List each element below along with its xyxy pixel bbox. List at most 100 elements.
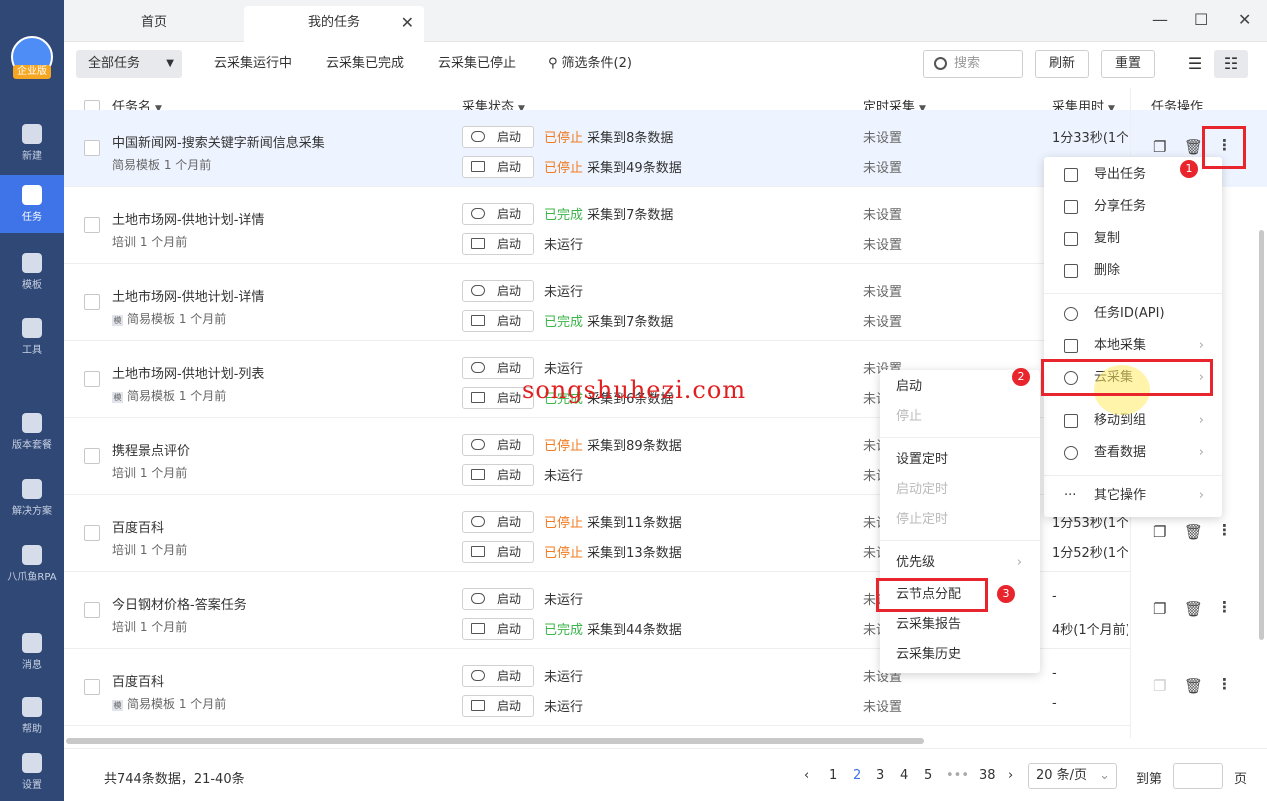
local-start-button[interactable]: 启动 xyxy=(462,310,534,332)
row-checkbox[interactable] xyxy=(84,602,100,618)
tab-home[interactable]: 首页 xyxy=(64,6,244,42)
filter-conditions[interactable]: ⚲ 筛选条件(2) xyxy=(548,50,632,78)
task-name[interactable]: 百度百科 xyxy=(112,671,164,690)
task-name[interactable]: 今日钢材价格-答案任务 xyxy=(112,594,247,613)
copy-icon[interactable]: ❐ xyxy=(1153,600,1166,618)
nav-task[interactable]: 任务 xyxy=(0,175,64,233)
close-tab-icon[interactable]: ✕ xyxy=(401,6,414,40)
row-checkbox[interactable] xyxy=(84,217,100,233)
horizontal-scrollbar[interactable] xyxy=(66,738,924,744)
page-3[interactable]: 3 xyxy=(876,768,884,783)
page-5[interactable]: 5 xyxy=(924,768,932,783)
cloud-start-button[interactable]: 启动 xyxy=(462,665,534,687)
menu-more[interactable]: ··· 其它操作 › xyxy=(1044,481,1222,511)
page-1[interactable]: 1 xyxy=(829,768,837,783)
nav-plan[interactable]: 版本套餐 xyxy=(0,403,64,461)
more-vertical-icon[interactable]: ⋮ xyxy=(1217,521,1232,539)
row-checkbox[interactable] xyxy=(84,679,100,695)
copy-icon[interactable]: ❐ xyxy=(1153,523,1166,541)
copy-icon[interactable]: ❐ xyxy=(1153,677,1166,695)
page-size-select[interactable]: 20 条/页 ⌄ xyxy=(1028,763,1117,789)
trash-icon[interactable]: 🗑 xyxy=(1184,523,1203,541)
filter-cloud-running[interactable]: 云采集运行中 xyxy=(214,50,292,78)
minimize-icon[interactable]: — xyxy=(1152,10,1168,29)
nav-message[interactable]: 消息 xyxy=(0,623,64,681)
nav-settings[interactable]: 设置 xyxy=(0,743,64,801)
table-row[interactable]: 土地市场网-供地计划-详情模简易模板 1 个月前 启动 启动 未运行 已完成 采集到7… xyxy=(64,264,1130,341)
refresh-button[interactable]: 刷新 xyxy=(1035,50,1089,78)
menu-task-id[interactable]: 任务ID(API) xyxy=(1044,299,1222,329)
row-checkbox[interactable] xyxy=(84,448,100,464)
page-38[interactable]: 38 xyxy=(979,768,996,783)
next-page-icon[interactable]: › xyxy=(1008,768,1013,783)
page-ellipsis[interactable]: ••• xyxy=(946,768,969,783)
vertical-scrollbar[interactable] xyxy=(1259,230,1264,640)
cloud-start-button[interactable]: 启动 xyxy=(462,280,534,302)
task-name[interactable]: 土地市场网-供地计划-列表 xyxy=(112,363,264,382)
local-start-button[interactable]: 启动 xyxy=(462,695,534,717)
nav-tools[interactable]: 工具 xyxy=(0,308,64,366)
filter-cloud-done[interactable]: 云采集已完成 xyxy=(326,50,404,78)
cloud-start-button[interactable]: 启动 xyxy=(462,588,534,610)
nav-new[interactable]: 新建 xyxy=(0,114,64,172)
goto-label: 到第 xyxy=(1136,772,1163,787)
reset-button[interactable]: 重置 xyxy=(1101,50,1155,78)
total-count: 共744条数据，21-40条 xyxy=(104,772,245,787)
all-tasks-select[interactable]: 全部任务 ▼ xyxy=(76,50,182,78)
copy-icon[interactable]: ❐ xyxy=(1153,138,1166,156)
local-start-button[interactable]: 启动 xyxy=(462,464,534,486)
cloud-priority[interactable]: 优先级 › xyxy=(880,548,1040,578)
menu-local-collect[interactable]: 本地采集 › xyxy=(1044,331,1222,361)
menu-delete[interactable]: 删除 xyxy=(1044,256,1222,286)
tree-view-icon[interactable]: ☷ xyxy=(1214,50,1248,78)
task-name[interactable]: 土地市场网-供地计划-详情 xyxy=(112,209,264,228)
prev-page-icon[interactable]: ‹ xyxy=(804,768,809,783)
cloud-start-button[interactable]: 启动 xyxy=(462,511,534,533)
filter-cloud-stopped[interactable]: 云采集已停止 xyxy=(438,50,516,78)
local-start-button[interactable]: 启动 xyxy=(462,541,534,563)
plus-icon xyxy=(22,124,42,144)
local-start-button[interactable]: 启动 xyxy=(462,618,534,640)
cloud-report[interactable]: 云采集报告 xyxy=(880,610,1040,640)
menu-share[interactable]: 分享任务 xyxy=(1044,192,1222,222)
trash-icon[interactable]: 🗑 xyxy=(1184,677,1203,695)
local-status: 未运行 xyxy=(544,700,584,715)
tab-my-tasks[interactable]: 我的任务 ✕ xyxy=(244,6,424,42)
local-schedule: 未设置 xyxy=(863,238,903,253)
more-vertical-icon[interactable]: ⋮ xyxy=(1217,598,1232,616)
nav-help[interactable]: 帮助 xyxy=(0,687,64,745)
page-4[interactable]: 4 xyxy=(900,768,908,783)
more-vertical-icon[interactable]: ⋮ xyxy=(1217,675,1232,693)
nav-template[interactable]: 模板 xyxy=(0,243,64,301)
list-view-icon[interactable]: ☰ xyxy=(1178,50,1212,78)
table-row[interactable]: 土地市场网-供地计划-详情 培训 1 个月前 启动 启动 已完成 采集到7条数据 未运行 … xyxy=(64,187,1130,264)
row-checkbox[interactable] xyxy=(84,140,100,156)
cloud-start-button[interactable]: 启动 xyxy=(462,203,534,225)
search-input[interactable]: 搜索 xyxy=(923,50,1023,78)
local-start-button[interactable]: 启动 xyxy=(462,156,534,178)
row-checkbox[interactable] xyxy=(84,294,100,310)
trash-icon[interactable]: 🗑 xyxy=(1184,138,1203,156)
cloud-start-button[interactable]: 启动 xyxy=(462,434,534,456)
cloud-history[interactable]: 云采集历史 xyxy=(880,640,1040,670)
monitor-icon xyxy=(471,315,485,326)
local-start-button[interactable]: 启动 xyxy=(462,233,534,255)
task-name[interactable]: 携程景点评价 xyxy=(112,440,190,459)
task-name[interactable]: 百度百科 xyxy=(112,517,164,536)
menu-copy[interactable]: 复制 xyxy=(1044,224,1222,254)
nav-rpa[interactable]: 八爪鱼RPA xyxy=(0,535,64,593)
page-2[interactable]: 2 xyxy=(853,768,861,783)
trash-icon[interactable]: 🗑 xyxy=(1184,600,1203,618)
close-window-icon[interactable]: ✕ xyxy=(1238,10,1251,29)
cloud-start-button[interactable]: 启动 xyxy=(462,126,534,148)
menu-view-data[interactable]: 查看数据 › xyxy=(1044,438,1222,468)
row-checkbox[interactable] xyxy=(84,525,100,541)
nav-solution[interactable]: 解决方案 xyxy=(0,469,64,527)
maximize-icon[interactable]: ☐ xyxy=(1194,10,1208,29)
row-checkbox[interactable] xyxy=(84,371,100,387)
task-name[interactable]: 土地市场网-供地计划-详情 xyxy=(112,286,264,305)
task-name[interactable]: 中国新闻网-搜索关键字新闻信息采集 xyxy=(112,132,325,151)
goto-page-input[interactable] xyxy=(1173,763,1223,789)
cloud-set-schedule[interactable]: 设置定时 xyxy=(880,445,1040,475)
table-row[interactable]: 中国新闻网-搜索关键字新闻信息采集 简易模板 1 个月前 启动 启动 已停止 采集到8条… xyxy=(64,110,1130,187)
